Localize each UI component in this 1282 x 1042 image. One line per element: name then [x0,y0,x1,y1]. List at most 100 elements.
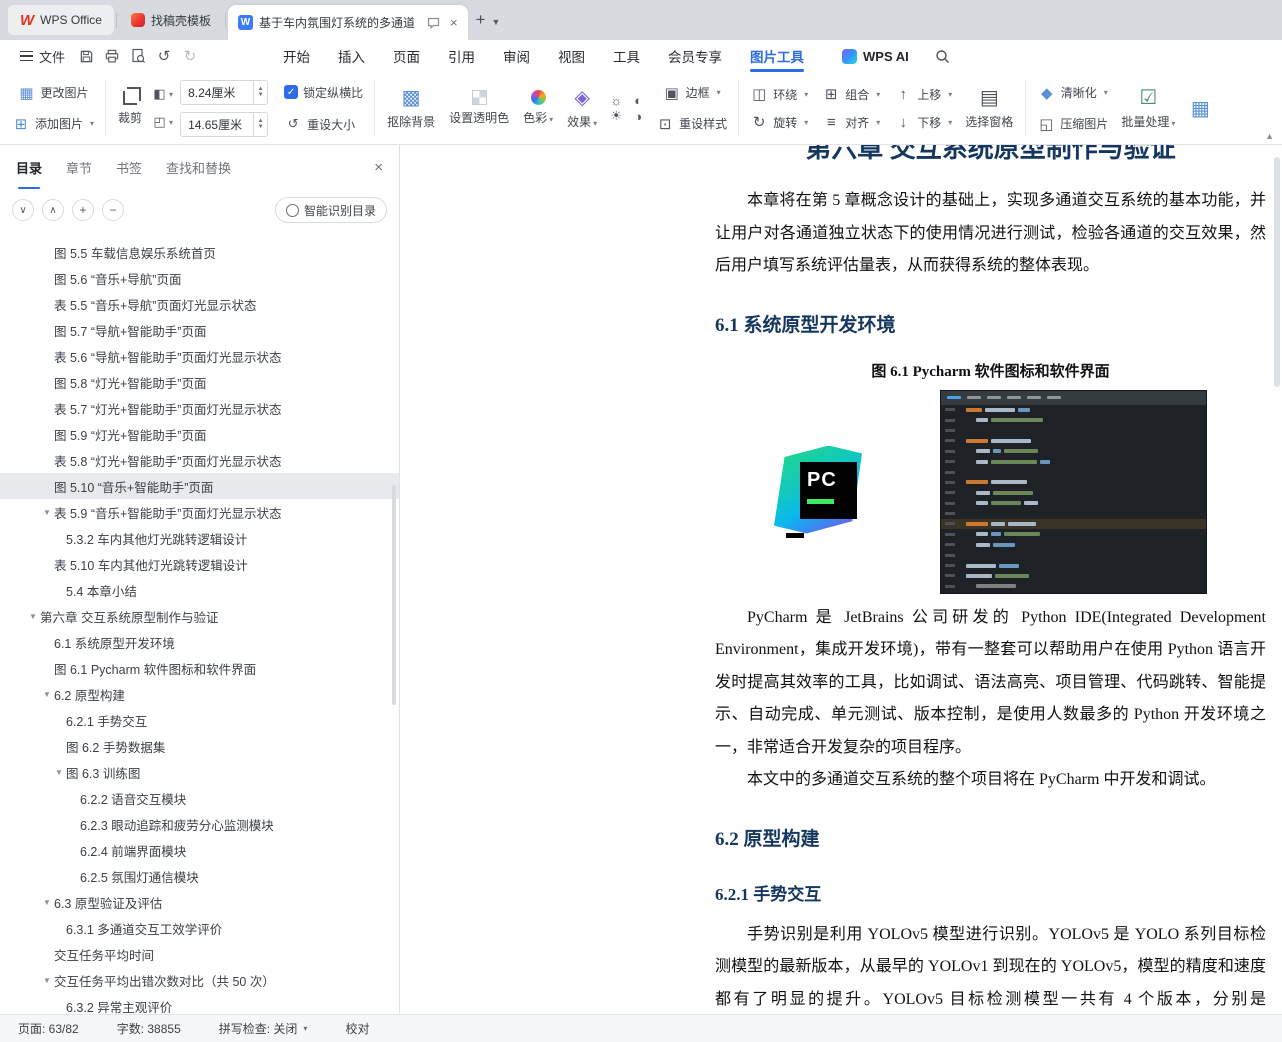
spellcheck-toggle[interactable]: 拼写检查: 关闭 ▾ [219,1020,308,1037]
toc-item[interactable]: 图 5.9 “灯光+智能助手”页面 [0,421,399,447]
contrast-up-icon[interactable]: ◐ [630,93,646,108]
brightness-down-icon[interactable]: ☀ [608,108,624,123]
redo-button[interactable]: ↻ [178,44,202,68]
chevron-up-button[interactable]: ∧ [42,199,64,221]
border-button[interactable]: ▣ 边框 ▾ [657,79,727,106]
toc-item[interactable]: 6.2.3 眼动追踪和疲劳分心监测模块 [0,811,399,837]
menu-tab-审阅[interactable]: 审阅 [489,40,544,72]
crop-button[interactable]: 裁剪 [111,86,149,128]
sidebar-tab-书签[interactable]: 书签 [116,158,142,177]
search-button[interactable] [935,49,950,64]
toc-item[interactable]: 6.2.4 前端界面模块 [0,837,399,863]
collapse-all-button[interactable]: − [102,199,124,221]
proofread-button[interactable]: 校对 [345,1020,369,1037]
chevron-down-button[interactable]: ∨ [12,199,34,221]
save-button[interactable] [74,44,98,68]
compress-image-button[interactable]: ◱ 压缩图片 [1031,110,1114,137]
wps-ai-button[interactable]: WPS AI [842,48,909,64]
group-button[interactable]: ⊞ 组合 ▾ [816,81,886,108]
clipped-ribbon-button[interactable]: ▦ [1182,95,1218,121]
toc-item[interactable]: ▼ 交互任务平均出错次数对比（共 50 次） [0,967,399,993]
batch-process-button[interactable]: ☑ 批量处理 ▾ [1114,85,1182,132]
crop-ratio-button[interactable]: ◰ ▾ [149,110,176,134]
wrap-button[interactable]: ◫ 环绕 ▾ [744,81,814,108]
toc-item[interactable]: ▼ 表 5.9 “音乐+智能助手”页面灯光显示状态 [0,499,399,525]
brightness-up-icon[interactable]: ☼ [608,93,624,108]
expand-all-button[interactable]: + [72,199,94,221]
effects-button[interactable]: ◈ 效果 ▾ [560,85,604,132]
toc-item[interactable]: 表 5.8 “灯光+智能助手”页面灯光显示状态 [0,447,399,473]
menu-tab-插入[interactable]: 插入 [324,40,379,72]
close-pane-button[interactable]: × [374,159,383,176]
stepper-arrows[interactable]: ▲ ▼ [253,112,267,136]
crop-shape-button[interactable]: ◧ ▾ [149,82,176,106]
toc-item[interactable]: 6.2.1 手势交互 [0,707,399,733]
sidebar-tab-查找和替换[interactable]: 查找和替换 [166,158,231,177]
contrast-down-icon[interactable]: ◑ [630,109,646,124]
align-button[interactable]: ≡ 对齐 ▾ [816,109,886,136]
smart-toc-button[interactable]: 智能识别目录 [274,197,387,223]
move-up-button[interactable]: ↑ 上移 ▾ [888,81,958,108]
toc-item[interactable]: 图 5.6 “音乐+导航”页面 [0,265,399,291]
document-scrollbar[interactable] [1274,157,1280,387]
chevron-down-icon[interactable]: ▼ [40,976,54,985]
wps-home-tab[interactable]: W WPS Office [8,5,114,35]
word-count[interactable]: 字数: 38855 [117,1020,181,1037]
toc-item[interactable]: ▼ 第六章 交互系统原型制作与验证 [0,603,399,629]
page-indicator[interactable]: 页面: 63/82 [18,1020,79,1037]
toc-item[interactable]: 6.2.2 语音交互模块 [0,785,399,811]
toc-item[interactable]: 图 5.7 “导航+智能助手”页面 [0,317,399,343]
toc-item[interactable]: 6.1 系统原型开发环境 [0,629,399,655]
toc-item[interactable]: 表 5.5 “音乐+导航”页面灯光显示状态 [0,291,399,317]
new-tab-button[interactable]: + [476,10,486,30]
toc-item[interactable]: 5.3.2 车内其他灯光跳转逻辑设计 [0,525,399,551]
print-button[interactable] [100,44,124,68]
close-tab-icon[interactable]: × [450,15,458,30]
toc-item[interactable]: 5.4 本章小结 [0,577,399,603]
remove-background-button[interactable]: ▩ 抠除背景 [380,85,442,132]
toc-item[interactable]: 6.3.1 多通道交互工效学评价 [0,915,399,941]
collapse-ribbon-icon[interactable]: ▲ [1265,131,1274,141]
chevron-down-icon[interactable]: ▼ [40,508,54,517]
file-menu-button[interactable]: 文件 [12,47,73,66]
menu-tab-页面[interactable]: 页面 [379,40,434,72]
tab-list-chevron-icon[interactable]: ▼ [492,17,501,27]
toc-item[interactable]: 图 5.8 “灯光+智能助手”页面 [0,369,399,395]
undo-button[interactable]: ↺ [152,44,176,68]
rotate-button[interactable]: ↻ 旋转 ▾ [744,109,814,136]
move-down-button[interactable]: ↓ 下移 ▾ [888,109,958,136]
toc-item[interactable]: 图 6.2 手势数据集 [0,733,399,759]
print-preview-button[interactable] [126,44,150,68]
toc-item[interactable]: 交互任务平均时间 [0,941,399,967]
reset-style-button[interactable]: ⊡ 重设样式 [650,110,733,137]
toc-item[interactable]: 6.2.5 氛围灯通信模块 [0,863,399,889]
selection-pane-button[interactable]: ▤ 选择窗格 [958,85,1020,132]
sidebar-tab-章节[interactable]: 章节 [66,158,92,177]
doc-tab-inactive[interactable]: 找稿壳模板 [119,5,223,35]
set-transparent-button[interactable]: 设置透明色 [442,88,516,128]
change-image-button[interactable]: ▦ 更改图片 [12,79,95,106]
menu-tab-视图[interactable]: 视图 [544,40,599,72]
chevron-down-icon[interactable]: ▼ [26,612,40,621]
toc-item[interactable]: 6.3.2 异常主观评价 [0,993,399,1015]
chevron-down-icon[interactable]: ▼ [52,768,66,777]
image-width-input[interactable]: 14.65厘米 ▲ ▼ [180,111,269,137]
toc-item[interactable]: 图 6.1 Pycharm 软件图标和软件界面 [0,655,399,681]
menu-tab-工具[interactable]: 工具 [599,40,654,72]
menu-tab-引用[interactable]: 引用 [434,40,489,72]
toc-item[interactable]: 图 5.5 车载信息娱乐系统首页 [0,239,399,265]
menu-tab-图片工具[interactable]: 图片工具 [736,40,818,72]
sharpen-button[interactable]: ◆ 清晰化 ▾ [1032,79,1114,106]
comment-bubble-icon[interactable] [427,17,440,29]
reset-size-button[interactable]: ↺ 重设大小 [278,111,369,138]
toc-item[interactable]: 图 5.10 “音乐+智能助手”页面 [0,473,399,499]
chevron-down-icon[interactable]: ▼ [40,898,54,907]
chevron-down-icon[interactable]: ▼ [40,690,54,699]
figure-6-1[interactable]: PC [715,389,1266,594]
menu-tab-会员专享[interactable]: 会员专享 [654,40,736,72]
document-page[interactable]: 第六章 交互系统原型制作与验证 本章将在第 5 章概念设计的基础上，实现多通道交… [401,145,1282,1014]
toc-item[interactable]: ▼ 6.3 原型验证及评估 [0,889,399,915]
add-image-button[interactable]: ⊞ 添加图片 ▾ [6,110,100,137]
sidebar-tab-目录[interactable]: 目录 [16,158,42,189]
stepper-arrows[interactable]: ▲ ▼ [253,80,267,104]
